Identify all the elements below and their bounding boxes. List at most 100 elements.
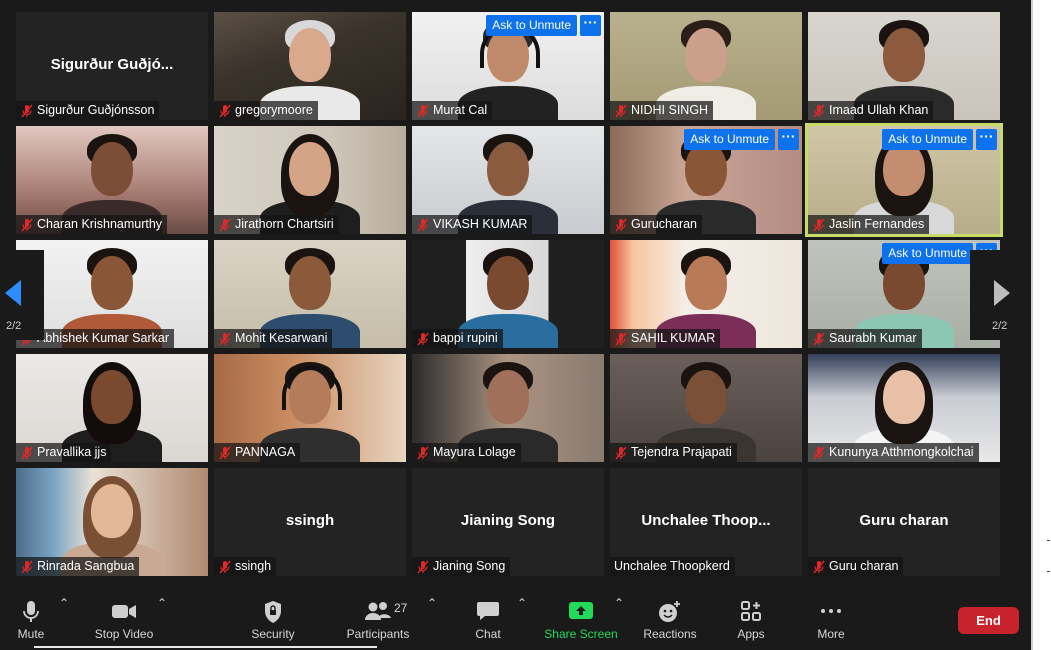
participant-tile[interactable]: Kununya Atthmongkolchai	[808, 354, 1000, 462]
participant-name-label: NIDHI SINGH	[610, 101, 714, 120]
arrow-right-icon	[994, 280, 1010, 306]
participants-count: 27	[394, 601, 408, 615]
participant-name-label: Tejendra Prajapati	[610, 443, 737, 462]
ask-to-unmute-button[interactable]: Ask to Unmute	[882, 243, 973, 264]
more-label: More	[817, 627, 845, 641]
more-button[interactable]: More	[811, 596, 851, 650]
participant-tile[interactable]: Rinrada Sangbua	[16, 468, 208, 576]
participant-tile[interactable]: Pravallika jjs	[16, 354, 208, 462]
ask-to-unmute-button[interactable]: Ask to Unmute	[882, 129, 973, 150]
participant-name-label: Sigurður Guðjónsson	[16, 101, 160, 120]
participant-tile[interactable]: Abhishek Kumar Sarkar	[16, 240, 208, 348]
share-screen-button[interactable]: Share Screen	[544, 596, 618, 650]
mute-label: Mute	[17, 627, 45, 641]
participant-tile[interactable]: Mayura Lolage	[412, 354, 604, 462]
muted-microphone-icon	[417, 560, 429, 573]
muted-microphone-icon	[813, 218, 825, 231]
adjacent-window-edge	[1031, 0, 1051, 650]
participant-name: Rinrada Sangbua	[37, 559, 135, 573]
participant-name-label: Saurabh Kumar	[808, 329, 922, 348]
previous-page-button[interactable]: 2/2	[0, 250, 44, 340]
participant-display-name: Sigurður Guðjó...	[50, 56, 174, 73]
chat-options-caret[interactable]: ⌃	[517, 596, 527, 650]
muted-microphone-icon	[219, 104, 231, 117]
participant-tile[interactable]: Gurucharan Ask to Unmute ···	[610, 126, 802, 234]
participant-name: bappi rupini	[433, 331, 498, 345]
participant-tile[interactable]: NIDHI SINGH	[610, 12, 802, 120]
participant-tile[interactable]: Guru charan Guru charan	[808, 468, 1000, 576]
participant-name-label: SAHIL KUMAR	[610, 329, 721, 348]
participant-name: gregorymoore	[235, 103, 313, 117]
ask-to-unmute-button[interactable]: Ask to Unmute	[486, 15, 577, 36]
muted-microphone-icon	[219, 560, 231, 573]
apps-button[interactable]: Apps	[732, 596, 770, 650]
participants-options-caret[interactable]: ⌃	[427, 596, 437, 650]
reactions-button[interactable]: Reactions	[642, 596, 698, 650]
security-button[interactable]: Security	[246, 596, 300, 650]
participant-tile[interactable]: gregorymoore	[214, 12, 406, 120]
participant-name-label: Guru charan	[808, 557, 904, 576]
next-page-button[interactable]: 2/2	[970, 250, 1014, 340]
participant-tile[interactable]: SAHIL KUMAR	[610, 240, 802, 348]
participant-display-name: Jianing Song	[460, 512, 556, 529]
participant-tile[interactable]: Murat Cal Ask to Unmute ···	[412, 12, 604, 120]
participant-name: Saurabh Kumar	[829, 331, 917, 345]
participant-name: Unchalee Thoopkerd	[614, 559, 730, 573]
participant-name: Jirathorn Chartsiri	[235, 217, 334, 231]
participant-tile[interactable]: ssingh ssingh	[214, 468, 406, 576]
participant-name: Guru charan	[829, 559, 899, 573]
zoom-meeting-window: Sigurður Guðjó... Sigurður Guðjónsson greg…	[0, 0, 1031, 650]
video-options-caret[interactable]: ⌃	[157, 596, 167, 650]
participant-name: Abhishek Kumar Sarkar	[37, 331, 170, 345]
participant-more-options-icon[interactable]: ···	[580, 15, 601, 36]
share-screen-label: Share Screen	[544, 627, 618, 641]
participant-tile[interactable]: Jaslin Fernandes Ask to Unmute ···	[805, 123, 1003, 237]
participant-name: ssingh	[235, 559, 272, 573]
participant-name-label: Unchalee Thoopkerd	[610, 557, 735, 576]
participant-tile[interactable]: Jianing Song Jianing Song	[412, 468, 604, 576]
participant-name: Jaslin Fernandes	[829, 217, 925, 231]
muted-microphone-icon	[615, 332, 627, 345]
participant-tile[interactable]: Sigurður Guðjó... Sigurður Guðjónsson	[16, 12, 208, 120]
arrow-left-icon	[5, 280, 21, 306]
participant-tile[interactable]: Charan Krishnamurthy	[16, 126, 208, 234]
participant-name-label: VIKASH KUMAR	[412, 215, 533, 234]
muted-microphone-icon	[21, 560, 33, 573]
participant-name: PANNAGA	[235, 445, 296, 459]
participant-tile[interactable]: Mohit Kesarwani	[214, 240, 406, 348]
muted-microphone-icon	[219, 332, 231, 345]
participant-tile[interactable]: bappi rupini	[412, 240, 604, 348]
muted-microphone-icon	[813, 332, 825, 345]
participant-name: Imaad Ullah Khan	[829, 103, 929, 117]
participant-name-label: Jirathorn Chartsiri	[214, 215, 339, 234]
participant-tile[interactable]: Jirathorn Chartsiri	[214, 126, 406, 234]
participant-more-options-icon[interactable]: ···	[976, 129, 997, 150]
participant-name-label: bappi rupini	[412, 329, 503, 348]
participant-display-name: ssingh	[285, 512, 335, 529]
participant-name: Pravallika jjs	[37, 445, 107, 459]
participant-more-options-icon[interactable]: ···	[778, 129, 799, 150]
stop-video-button[interactable]: Stop Video	[90, 596, 158, 650]
participant-name-label: ssingh	[214, 557, 277, 576]
participant-tile[interactable]: VIKASH KUMAR	[412, 126, 604, 234]
muted-microphone-icon	[21, 446, 33, 459]
participant-name-label: Jaslin Fernandes	[808, 215, 930, 234]
security-label: Security	[251, 627, 295, 641]
participant-tile[interactable]: Unchalee Thoop... Unchalee Thoopkerd	[610, 468, 802, 576]
participant-tile[interactable]: Imaad Ullah Khan	[808, 12, 1000, 120]
muted-microphone-icon	[813, 104, 825, 117]
share-screen-options-caret[interactable]: ⌃	[614, 596, 624, 650]
ask-to-unmute-button[interactable]: Ask to Unmute	[684, 129, 775, 150]
end-meeting-button[interactable]: End	[958, 607, 1019, 634]
muted-microphone-icon	[813, 560, 825, 573]
muted-microphone-icon	[813, 446, 825, 459]
participant-tile[interactable]: Tejendra Prajapati	[610, 354, 802, 462]
page-indicator-left: 2/2	[6, 320, 22, 332]
mute-options-caret[interactable]: ⌃	[59, 596, 69, 650]
participants-button[interactable]: 27 Participants	[342, 596, 414, 650]
participant-tile[interactable]: PANNAGA	[214, 354, 406, 462]
mute-button[interactable]: Mute	[6, 596, 56, 650]
participant-name: Kununya Atthmongkolchai	[829, 445, 974, 459]
chat-button[interactable]: Chat	[468, 596, 508, 650]
muted-microphone-icon	[417, 446, 429, 459]
